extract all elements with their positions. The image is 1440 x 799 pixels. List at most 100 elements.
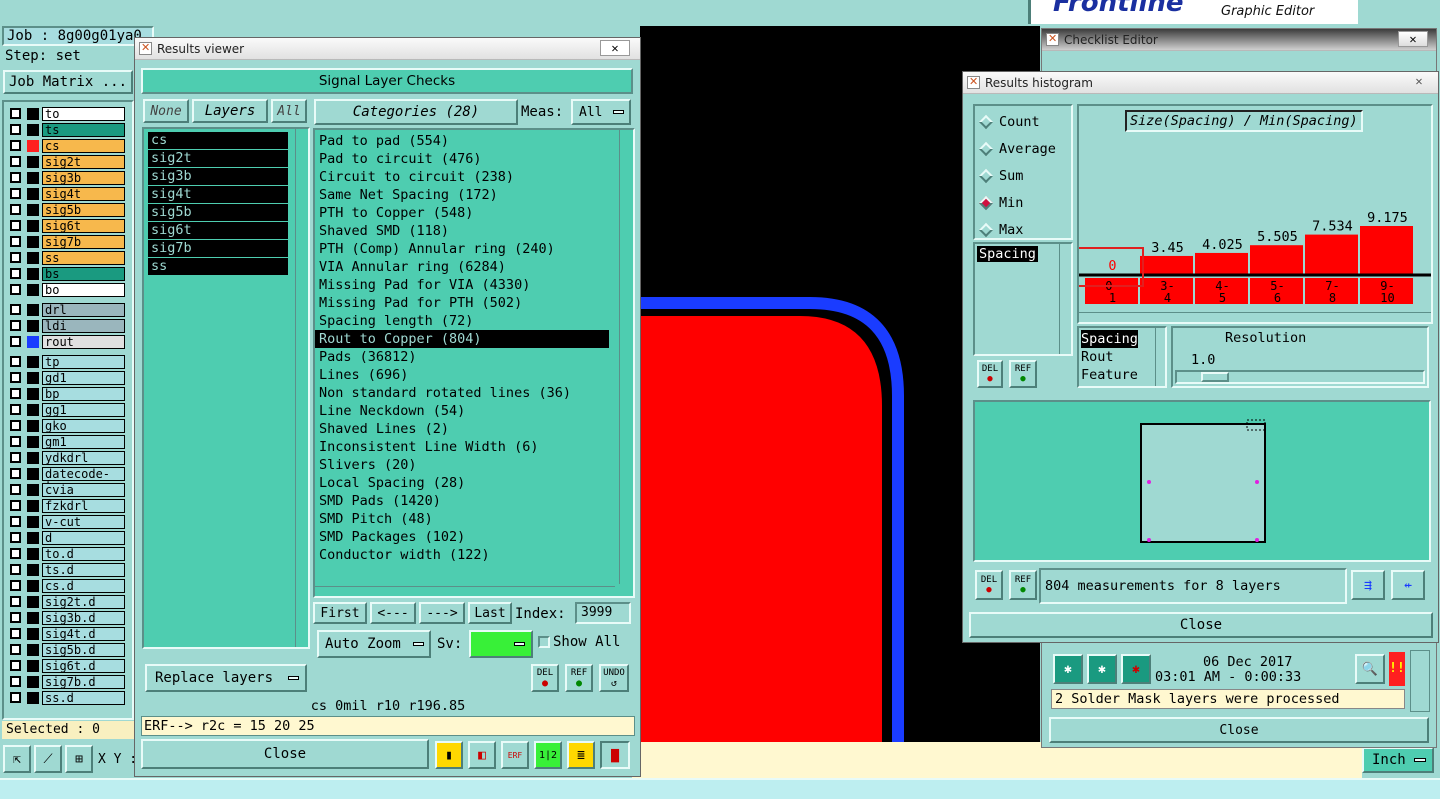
layer-row-ydkdrl[interactable]: ydkdrl — [7, 450, 125, 465]
histogram-icon[interactable]: ▇ — [600, 741, 630, 769]
layer-checkbox[interactable] — [10, 156, 21, 167]
layer-checkbox[interactable] — [10, 124, 21, 135]
layer-row-datecode-to[interactable]: datecode-to — [7, 466, 125, 492]
checklist-scrollbar[interactable] — [1410, 650, 1430, 712]
categories-button[interactable]: Categories (28) — [314, 99, 518, 125]
layer-row-cs[interactable]: cs — [7, 138, 125, 153]
category-item[interactable]: Missing Pad for VIA (4330) — [315, 276, 633, 294]
tool-arrow-icon[interactable]: ⇱ — [3, 745, 31, 773]
resolution-slider[interactable] — [1175, 370, 1425, 384]
category-item[interactable]: Local Spacing (28) — [315, 474, 633, 492]
category-item[interactable]: Shaved Lines (2) — [315, 420, 633, 438]
category-item[interactable]: Inconsistent Line Width (6) — [315, 438, 633, 456]
tool-grid-icon[interactable]: ⊞ — [65, 745, 93, 773]
tool-export-icon[interactable]: ◧ — [468, 741, 496, 769]
layer-checkbox[interactable] — [10, 500, 21, 511]
category-item[interactable]: SMD Pads (1420) — [315, 492, 633, 510]
result-layer-item[interactable]: sig3b — [148, 168, 288, 185]
layer-row-d[interactable]: d — [7, 530, 125, 545]
tool-marker-icon[interactable]: ▮ — [435, 741, 463, 769]
layer-checkbox[interactable] — [10, 204, 21, 215]
layer-checkbox[interactable] — [10, 660, 21, 671]
layer-checkbox[interactable] — [10, 108, 21, 119]
mode-radio-max[interactable]: Max — [975, 216, 1071, 243]
layer-checkbox[interactable] — [10, 284, 21, 295]
result-layer-item[interactable]: cs — [148, 132, 288, 149]
category-item[interactable]: Pad to circuit (476) — [315, 150, 633, 168]
rv-close-button[interactable]: Close — [141, 739, 429, 769]
first-button[interactable]: First — [313, 602, 367, 624]
layer-checkbox[interactable] — [10, 356, 21, 367]
run-all-icon[interactable]: ✱ — [1087, 654, 1117, 684]
result-layer-item[interactable]: sig6t — [148, 222, 288, 239]
auto-zoom-select[interactable]: Auto Zoom — [317, 630, 431, 658]
layer-checkbox[interactable] — [10, 468, 21, 479]
mode-radio-average[interactable]: Average — [975, 135, 1071, 162]
severity-select[interactable] — [469, 630, 533, 658]
tool-erf-icon[interactable]: ERF — [501, 741, 529, 769]
layer-checkbox[interactable] — [10, 612, 21, 623]
layer-checkbox[interactable] — [10, 628, 21, 639]
field-item[interactable]: Feature — [1081, 366, 1163, 384]
last-button[interactable]: Last — [468, 602, 512, 624]
run-icon[interactable]: ✱ — [1053, 654, 1083, 684]
layer-checkbox[interactable] — [10, 580, 21, 591]
category-item[interactable]: Pad to pad (554) — [315, 132, 633, 150]
all-layers-button[interactable]: All — [271, 99, 307, 123]
layer-row-sig3b[interactable]: sig3b — [7, 170, 125, 185]
layer-checkbox[interactable] — [10, 188, 21, 199]
layer-row-gm1[interactable]: gm1 — [7, 434, 125, 449]
layer-checkbox[interactable] — [10, 372, 21, 383]
close-icon[interactable]: ✕ — [1404, 74, 1434, 90]
category-item[interactable]: Non standard rotated lines (36) — [315, 384, 633, 402]
layer-row-sig2t[interactable]: sig2t — [7, 154, 125, 169]
layer-row-ts.d[interactable]: ts.d — [7, 562, 125, 577]
spacing-list-scrollbar[interactable] — [1059, 244, 1073, 354]
histogram-close-button[interactable]: Close — [969, 612, 1433, 638]
category-item[interactable]: Conductor width (122) — [315, 546, 633, 564]
result-layer-item[interactable]: sig4t — [148, 186, 288, 203]
spacing-list[interactable]: Spacing — [973, 242, 1073, 356]
layer-row-ts[interactable]: ts — [7, 122, 125, 137]
undo-icon[interactable]: UNDO ↺ — [599, 664, 629, 692]
layer-checkbox[interactable] — [10, 404, 21, 415]
layer-row-ss.d[interactable]: ss.d — [7, 690, 125, 705]
layer-row-rout[interactable]: rout — [7, 334, 125, 349]
next-button[interactable]: ---> — [419, 602, 465, 624]
layer-row-sig6t[interactable]: sig6t — [7, 218, 125, 233]
layer-row-drl[interactable]: drl — [7, 302, 125, 317]
layer-row-cvia[interactable]: cvia — [7, 482, 125, 497]
category-item[interactable]: Circuit to circuit (238) — [315, 168, 633, 186]
result-layer-item[interactable]: sig5b — [148, 204, 288, 221]
category-item[interactable]: VIA Annular ring (6284) — [315, 258, 633, 276]
layer-row-to.d[interactable]: to.d — [7, 546, 125, 561]
layer-row-gko[interactable]: gko — [7, 418, 125, 433]
category-item[interactable]: Shaved SMD (118) — [315, 222, 633, 240]
layer-row-fzkdrl[interactable]: fzkdrl — [7, 498, 125, 513]
layer-row-gd1[interactable]: gd1 — [7, 370, 125, 385]
layer-checkbox[interactable] — [10, 220, 21, 231]
zoom-icon[interactable]: 🔍 — [1355, 654, 1385, 684]
layer-checkbox[interactable] — [10, 420, 21, 431]
layer-checkbox[interactable] — [10, 452, 21, 463]
layer-checkbox[interactable] — [10, 252, 21, 263]
layer-checkbox[interactable] — [10, 692, 21, 703]
mode-radio-min[interactable]: Min — [975, 189, 1071, 216]
category-item[interactable]: Missing Pad for PTH (502) — [315, 294, 633, 312]
layer-row-ldi[interactable]: ldi — [7, 318, 125, 333]
layer-row-sig6t.d[interactable]: sig6t.d — [7, 658, 125, 673]
layer-checkbox[interactable] — [10, 564, 21, 575]
ref-icon[interactable]: REF ● — [565, 664, 593, 692]
layer-row-sig7b.d[interactable]: sig7b.d — [7, 674, 125, 689]
layer-checkbox[interactable] — [10, 140, 21, 151]
layer-row-sig2t.d[interactable]: sig2t.d — [7, 594, 125, 609]
result-layer-item[interactable]: sig2t — [148, 150, 288, 167]
layer-row-tp[interactable]: tp — [7, 354, 125, 369]
category-item[interactable]: Spacing length (72) — [315, 312, 633, 330]
unit-select[interactable]: Inch — [1362, 747, 1434, 773]
categories-list[interactable]: Pad to pad (554) Pad to circuit (476) Circ… — [313, 128, 635, 598]
layer-row-sig5b.d[interactable]: sig5b.d — [7, 642, 125, 657]
layer-row-sig7b[interactable]: sig7b — [7, 234, 125, 249]
show-all-checkbox[interactable] — [538, 636, 550, 648]
layer-checkbox[interactable] — [10, 336, 21, 347]
